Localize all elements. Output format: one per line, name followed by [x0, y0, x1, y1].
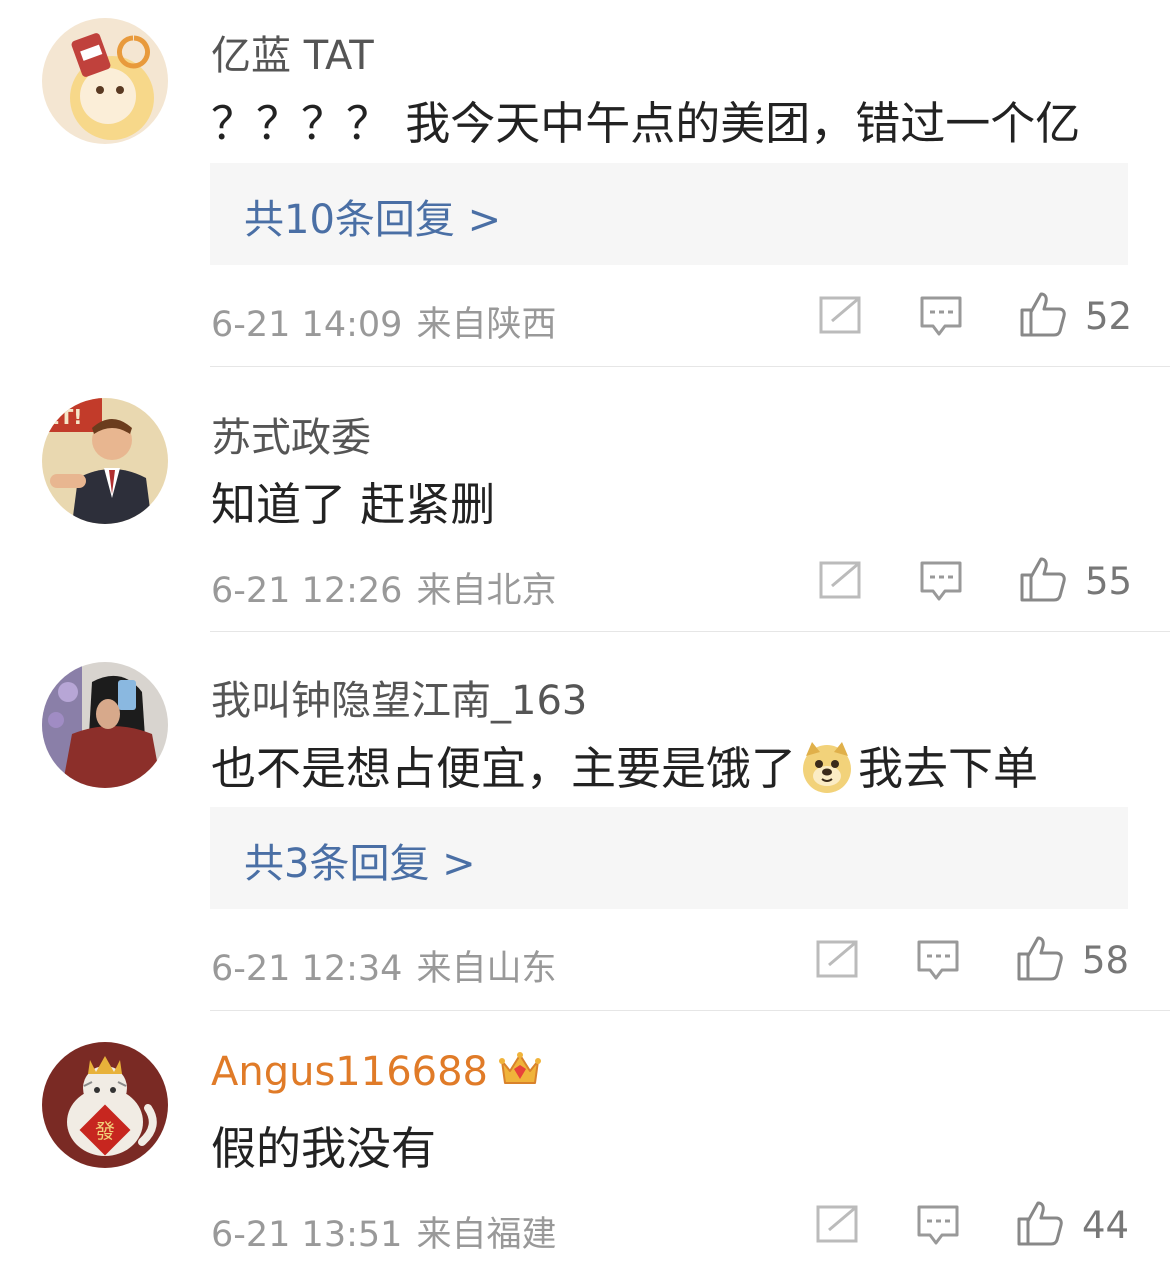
username[interactable]: Angus116688 — [211, 1049, 542, 1099]
like-count: 58 — [1082, 938, 1130, 982]
comment-icon[interactable] — [919, 560, 963, 606]
comment-icon[interactable] — [919, 295, 963, 341]
comment-item: 亿蓝 TAT ？？？？ 我今天中午点的美团，错过一个亿 共10条回复 > 6-2… — [0, 0, 1170, 368]
comment-text-part: 也不是想占便宜，主要是饿了 — [211, 742, 797, 795]
view-replies-button[interactable]: 共10条回复 > — [210, 163, 1128, 265]
username[interactable]: 苏式政委 — [211, 405, 371, 463]
like-button[interactable]: 58 — [1016, 934, 1129, 986]
timestamp: 6-21 12:26 — [211, 571, 403, 611]
share-icon[interactable] — [818, 295, 862, 339]
comment-text: 假的我没有 — [211, 1122, 437, 1175]
share-icon[interactable] — [815, 939, 859, 983]
divider — [210, 366, 1170, 367]
timestamp: 6-21 12:34 — [211, 949, 403, 989]
avatar-fortune-text: 發 — [95, 1119, 115, 1143]
location: 来自北京 — [416, 571, 557, 611]
comment-item: 發 Angus116688 假的我没有 6-21 13:51 来自福建 44 — [0, 1012, 1170, 1276]
timestamp: 6-21 14:09 — [211, 305, 403, 345]
like-icon — [1016, 934, 1064, 986]
comment-meta: 6-21 12:26 来自北京 — [211, 562, 556, 613]
like-icon — [1019, 555, 1067, 607]
location: 来自福建 — [416, 1215, 557, 1255]
avatar[interactable] — [42, 18, 168, 144]
avatar[interactable]: ЕТ! — [42, 398, 168, 524]
like-button[interactable]: 55 — [1019, 555, 1132, 607]
replies-label: 共10条回复 > — [244, 197, 502, 243]
like-count: 44 — [1082, 1203, 1130, 1247]
comment-text: 知道了 赶紧删 — [211, 478, 496, 531]
like-button[interactable]: 52 — [1019, 290, 1132, 342]
view-replies-button[interactable]: 共3条回复 > — [210, 807, 1128, 909]
vip-username-text: Angus116688 — [211, 1049, 488, 1095]
username[interactable]: 亿蓝 TAT — [211, 23, 374, 81]
like-count: 52 — [1085, 294, 1133, 338]
divider — [210, 1010, 1170, 1011]
like-icon — [1016, 1199, 1064, 1251]
comment-icon[interactable] — [916, 939, 960, 985]
comment-meta: 6-21 12:34 来自山东 — [211, 940, 556, 991]
like-button[interactable]: 44 — [1016, 1199, 1129, 1251]
doge-emoji — [800, 740, 854, 805]
avatar-poster-text: ЕТ! — [46, 405, 82, 429]
like-icon — [1019, 290, 1067, 342]
comment-meta: 6-21 13:51 来自福建 — [211, 1206, 556, 1257]
avatar[interactable] — [42, 662, 168, 788]
timestamp: 6-21 13:51 — [211, 1215, 403, 1255]
like-count: 55 — [1085, 559, 1133, 603]
location: 来自陕西 — [416, 305, 557, 345]
comment-text: 也不是想占便宜，主要是饿了 我去下单 — [211, 732, 1038, 805]
comment-meta: 6-21 14:09 来自陕西 — [211, 296, 556, 347]
share-icon[interactable] — [815, 1204, 859, 1248]
comment-icon[interactable] — [916, 1204, 960, 1250]
comment-item: 我叫钟隐望江南_163 也不是想占便宜，主要是饿了 我去下单 共3条回复 > 6-… — [0, 632, 1170, 1012]
share-icon[interactable] — [818, 560, 862, 604]
avatar[interactable]: 發 — [42, 1042, 168, 1168]
comment-item: ЕТ! 苏式政委 知道了 赶紧删 6-21 12:26 来自北京 55 — [0, 368, 1170, 632]
location: 来自山东 — [416, 949, 557, 989]
comment-text-part: 我去下单 — [858, 742, 1039, 795]
crown-vip-icon — [498, 1049, 542, 1099]
replies-label: 共3条回复 > — [244, 841, 476, 887]
comment-text: ？？？？ 我今天中午点的美团，错过一个亿 — [211, 97, 1081, 150]
username[interactable]: 我叫钟隐望江南_163 — [211, 668, 587, 726]
